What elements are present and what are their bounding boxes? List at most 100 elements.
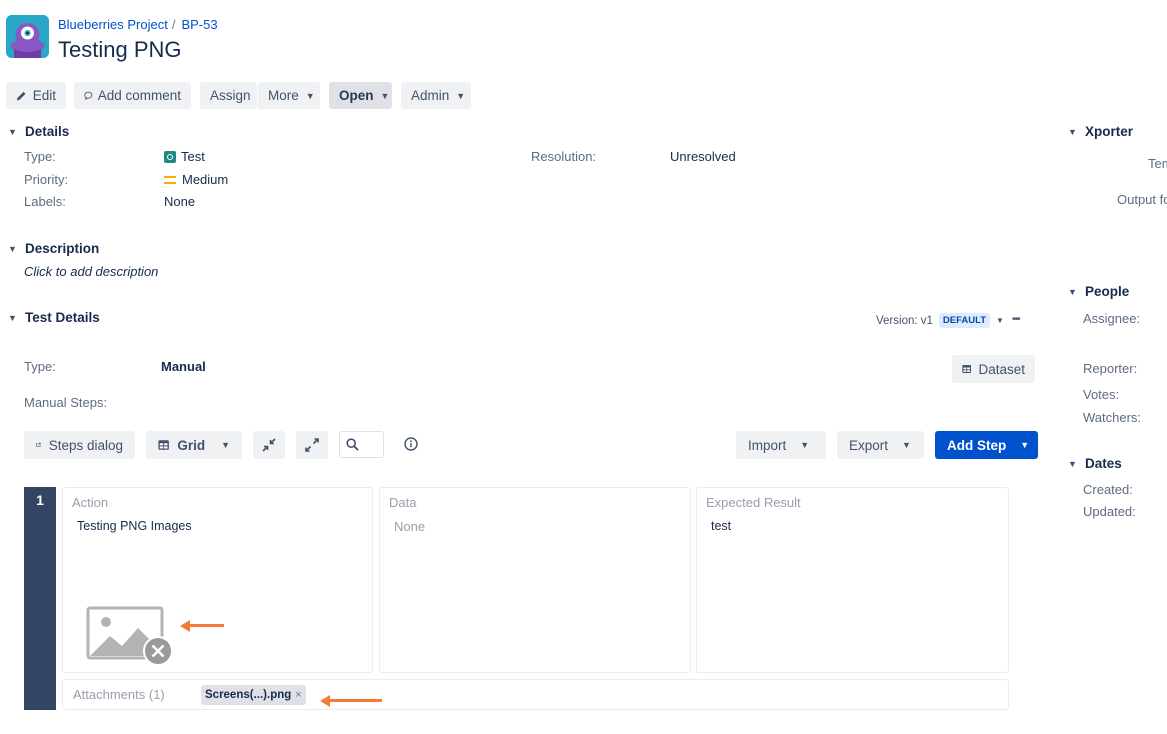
test-details-heading: Test Details <box>25 310 100 325</box>
grid-label: Grid <box>177 437 206 453</box>
dataset-button[interactable]: Dataset <box>952 355 1035 383</box>
add-comment-button[interactable]: Add comment <box>74 82 191 109</box>
dates-section-toggle[interactable]: ▼ Dates <box>1068 456 1122 471</box>
description-placeholder[interactable]: Click to add description <box>24 264 158 279</box>
attachment-name: Screens(...).png <box>205 689 292 701</box>
chevron-down-icon: ▼ <box>8 243 17 254</box>
type-label: Type: <box>24 149 56 164</box>
action-text: Testing PNG Images <box>77 519 192 533</box>
expected-header: Expected Result <box>706 495 801 510</box>
steps-dialog-label: Steps dialog <box>48 437 123 453</box>
more-button[interactable]: More ▼ <box>258 82 320 109</box>
more-label: More <box>268 88 299 103</box>
action-header: Action <box>72 495 109 510</box>
resolution-value: Unresolved <box>670 149 736 164</box>
chevron-down-icon: ▼ <box>8 126 17 137</box>
details-section-toggle[interactable]: ▼ Details <box>8 124 69 139</box>
page-title: Testing PNG <box>58 37 182 62</box>
external-link-icon <box>36 442 41 448</box>
project-avatar[interactable] <box>6 15 49 58</box>
chevron-down-icon: ▼ <box>380 90 390 101</box>
more-actions-icon[interactable]: ••• <box>1012 314 1020 325</box>
add-step-label: Add Step <box>947 437 1007 453</box>
grid-view-button[interactable]: Grid ▼ <box>146 431 242 459</box>
annotation-arrow <box>320 694 382 707</box>
collapse-button[interactable] <box>253 431 285 459</box>
info-icon[interactable] <box>404 437 418 454</box>
search-icon <box>346 438 359 451</box>
votes-label: Votes: <box>1083 387 1120 402</box>
manual-steps-label: Manual Steps: <box>24 395 108 410</box>
chevron-down-icon: ▼ <box>8 312 17 323</box>
export-button[interactable]: Export ▼ <box>837 431 924 459</box>
priority-medium-icon <box>164 175 176 184</box>
test-type-icon <box>164 150 176 163</box>
xporter-section-toggle[interactable]: ▼ Xporter <box>1068 124 1133 139</box>
steps-dialog-button[interactable]: Steps dialog <box>24 431 135 459</box>
attachments-label: Attachments (1) <box>73 687 165 702</box>
step-drag-handle[interactable] <box>24 487 56 710</box>
breadcrumb: Blueberries Project / BP-53 <box>58 17 218 32</box>
step-action-cell[interactable]: Action Testing PNG Images <box>62 487 373 673</box>
dates-heading: Dates <box>1085 456 1122 471</box>
description-heading: Description <box>25 241 100 256</box>
version-selector[interactable]: Version: v1 DEFAULT ▼ <box>876 313 1004 328</box>
admin-label: Admin <box>411 88 450 103</box>
type-value-text: Test <box>181 149 205 164</box>
import-button[interactable]: Import ▼ <box>736 431 826 459</box>
xporter-output-label: Output fo <box>1117 192 1167 207</box>
chevron-down-icon: ▼ <box>902 440 911 450</box>
chevron-down-icon: ▼ <box>1020 440 1030 450</box>
status-label: Open <box>339 88 374 103</box>
steps-search-input[interactable] <box>339 431 384 458</box>
import-label: Import <box>748 437 787 453</box>
add-step-button[interactable]: Add Step ▼ <box>935 431 1038 459</box>
chevron-down-icon: ▼ <box>221 440 230 450</box>
table-icon <box>962 364 972 374</box>
assignee-label: Assignee: <box>1083 311 1141 326</box>
broken-image-icon <box>86 606 173 666</box>
test-type-value[interactable]: Manual <box>161 359 206 374</box>
expand-icon <box>305 438 319 452</box>
test-type-label: Type: <box>24 359 56 374</box>
edit-label: Edit <box>32 88 56 103</box>
step-expected-cell[interactable]: Expected Result test <box>696 487 1009 673</box>
expand-button[interactable] <box>296 431 328 459</box>
table-icon <box>158 440 169 450</box>
remove-attachment-icon[interactable]: × <box>295 689 301 701</box>
resolution-label: Resolution: <box>531 149 597 164</box>
details-heading: Details <box>25 124 70 139</box>
assign-button[interactable]: Assign <box>200 82 257 109</box>
priority-value-text: Medium <box>182 172 229 187</box>
breadcrumb-project-link[interactable]: Blueberries Project <box>58 17 168 32</box>
breadcrumb-separator: / <box>171 17 176 32</box>
step-data-cell[interactable]: Data None <box>379 487 691 673</box>
breadcrumb-issue-link[interactable]: BP-53 <box>181 17 217 32</box>
type-value: Test <box>164 149 205 164</box>
annotation-arrow <box>180 619 224 632</box>
version-label: Version: v1 <box>876 314 933 327</box>
expected-text: test <box>711 519 732 533</box>
status-open-button[interactable]: Open ▼ <box>329 82 392 109</box>
chevron-down-icon: ▼ <box>305 90 315 101</box>
people-heading: People <box>1085 284 1130 299</box>
watchers-label: Watchers: <box>1083 410 1142 425</box>
attachments-row: Attachments (1) Screens(...).png × <box>62 679 1009 710</box>
assign-label: Assign <box>210 88 251 103</box>
test-details-section-toggle[interactable]: ▼ Test Details <box>8 310 100 325</box>
dataset-label: Dataset <box>978 361 1025 377</box>
data-text: None <box>394 519 426 534</box>
labels-value[interactable]: None <box>164 194 195 209</box>
step-number: 1 <box>36 492 44 508</box>
comment-icon <box>84 91 93 101</box>
created-label: Created: <box>1083 482 1133 497</box>
attachment-chip[interactable]: Screens(...).png × <box>201 685 306 705</box>
edit-button[interactable]: Edit <box>6 82 66 109</box>
people-section-toggle[interactable]: ▼ People <box>1068 284 1129 299</box>
default-badge: DEFAULT <box>938 313 991 328</box>
data-header: Data <box>389 495 417 510</box>
priority-value: Medium <box>164 172 228 187</box>
description-section-toggle[interactable]: ▼ Description <box>8 241 99 256</box>
admin-button[interactable]: Admin ▼ <box>401 82 471 109</box>
add-comment-label: Add comment <box>97 88 181 103</box>
